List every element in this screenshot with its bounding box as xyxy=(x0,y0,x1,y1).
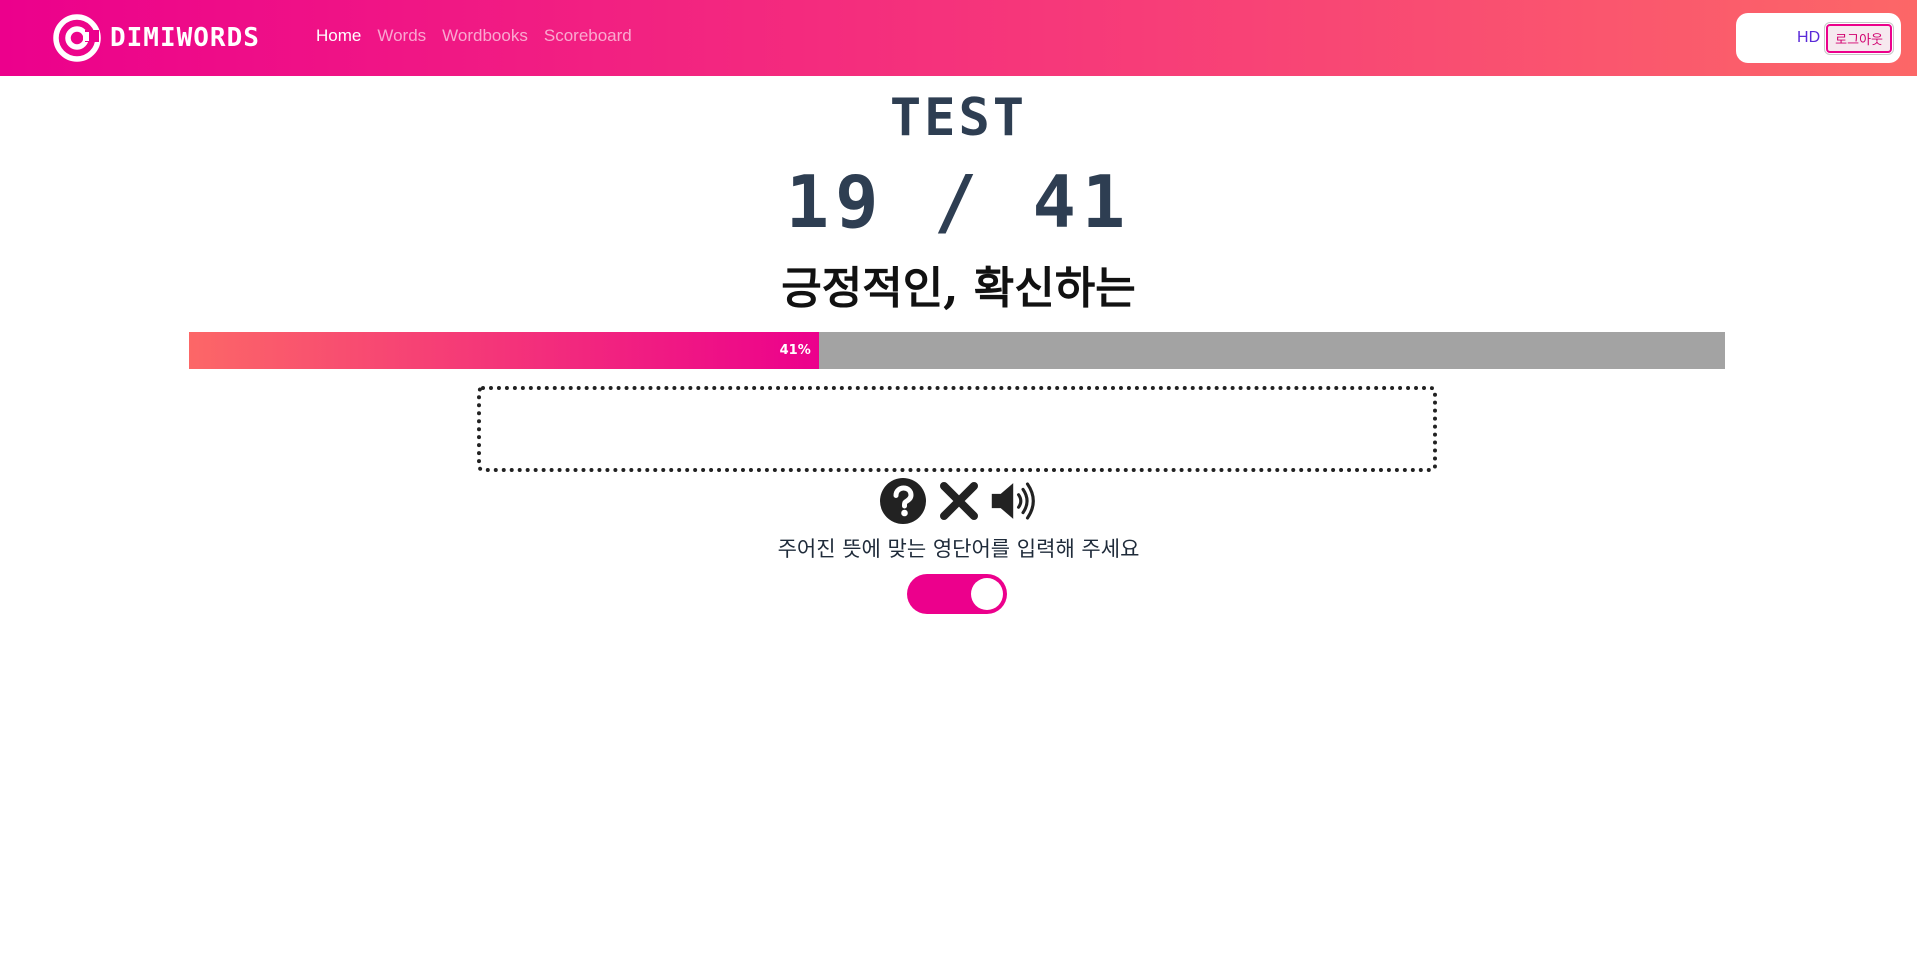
nav-links: Home Words Wordbooks Scoreboard xyxy=(316,26,632,46)
speak-button[interactable] xyxy=(990,476,1040,526)
nav-link-wordbooks[interactable]: Wordbooks xyxy=(442,26,528,46)
nav-link-words[interactable]: Words xyxy=(377,26,426,46)
user-initials: HD xyxy=(1797,29,1821,46)
nav-link-scoreboard[interactable]: Scoreboard xyxy=(544,26,632,46)
dimigo-logo-icon xyxy=(53,14,101,62)
question-circle-icon xyxy=(880,478,926,524)
page-title: TEST xyxy=(889,88,1028,148)
progress-fill: 41% xyxy=(189,332,819,369)
question-counter: 19 / 41 xyxy=(0,160,1917,244)
toggle-knob[interactable] xyxy=(971,578,1003,610)
skip-button[interactable] xyxy=(934,476,984,526)
navbar: DIMIWORDS Home Words Wordbooks Scoreboar… xyxy=(0,0,1917,76)
hint-button[interactable] xyxy=(878,476,928,526)
progress-bar: 41% xyxy=(189,332,1725,369)
action-icons xyxy=(878,476,1040,526)
instruction-text: 주어진 뜻에 맞는 영단어를 입력해 주세요 xyxy=(777,537,1140,561)
word-meaning: 긍정적인, 확신하는 xyxy=(781,263,1136,314)
brand-name: DIMIWORDS xyxy=(110,23,260,53)
answer-input[interactable] xyxy=(477,386,1437,472)
mode-toggle[interactable] xyxy=(907,574,1007,614)
close-icon xyxy=(940,482,978,520)
logout-button[interactable]: 로그아웃 xyxy=(1824,21,1894,55)
user-box: HD 로그아웃 xyxy=(1736,13,1901,63)
counter-separator: / xyxy=(933,160,984,244)
current-question-number: 19 xyxy=(785,160,885,244)
nav-link-home[interactable]: Home xyxy=(316,26,361,46)
progress-label: 41% xyxy=(779,343,811,358)
brand[interactable]: DIMIWORDS xyxy=(52,13,260,63)
total-question-number: 41 xyxy=(1032,160,1132,244)
speaker-icon xyxy=(991,482,1035,520)
